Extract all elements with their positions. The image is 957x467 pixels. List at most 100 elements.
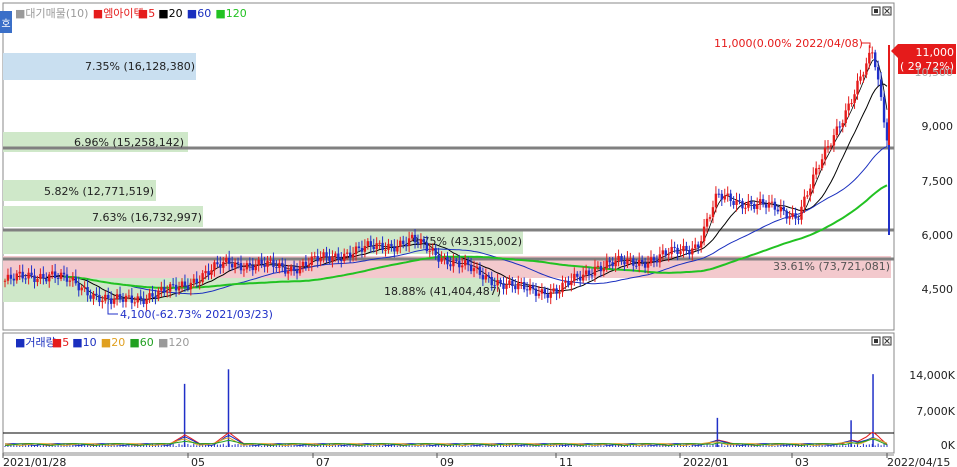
candle-body xyxy=(428,250,431,252)
candle-body xyxy=(874,52,877,68)
candle-body xyxy=(676,247,679,254)
candle-body xyxy=(410,234,414,239)
candle-body xyxy=(682,245,685,252)
candle-body xyxy=(876,67,880,80)
candle-body xyxy=(151,293,154,297)
candle-body xyxy=(83,286,86,288)
candle-body xyxy=(121,299,125,302)
candle-body xyxy=(402,240,405,245)
candle-body xyxy=(859,76,862,81)
candle-body xyxy=(354,246,358,255)
legend-item-1[interactable]: ■5 xyxy=(52,336,69,349)
candle-body xyxy=(160,287,163,291)
candle-body xyxy=(431,248,434,251)
candle-body xyxy=(186,285,190,290)
candle-body xyxy=(741,200,744,209)
candle-body xyxy=(59,272,63,279)
candle-body xyxy=(558,292,561,294)
candle-body xyxy=(236,262,240,264)
candle-body xyxy=(419,238,423,244)
candle-body xyxy=(508,280,511,285)
vp-label-2: 6.96% (15,258,142) xyxy=(74,136,184,149)
candle-body xyxy=(372,246,375,250)
candle-body xyxy=(788,217,791,219)
candle-body xyxy=(242,269,246,271)
candle-body xyxy=(286,271,290,274)
candle-body xyxy=(233,262,237,268)
candle-body xyxy=(180,281,184,288)
candle-body xyxy=(879,79,883,98)
candle-body xyxy=(92,293,95,299)
candle-body xyxy=(567,281,570,286)
candle-body xyxy=(809,188,812,196)
candle-body xyxy=(487,275,490,277)
candle-body xyxy=(885,122,889,141)
candle-body xyxy=(590,275,594,277)
candle-body xyxy=(649,257,653,264)
candle-body xyxy=(525,289,529,291)
candle-body xyxy=(124,295,128,302)
candle-body xyxy=(832,135,836,146)
candle-body xyxy=(434,248,437,256)
candle-body xyxy=(316,256,319,262)
volume-y-tick-14000: 14,000K xyxy=(909,369,955,382)
candle-body xyxy=(868,52,871,64)
candle-body xyxy=(502,283,505,289)
candle-body xyxy=(638,259,641,266)
legend-item-5[interactable]: ■120 xyxy=(158,336,189,349)
candle-body xyxy=(251,265,254,271)
x-tick-label-6: 03 xyxy=(795,456,809,467)
candle-body xyxy=(776,209,780,212)
candle-body xyxy=(9,274,13,279)
candle-body xyxy=(514,286,517,290)
candle-body xyxy=(820,159,824,168)
legend-item-5[interactable]: ■120 xyxy=(215,7,246,20)
candle-body xyxy=(726,193,729,196)
candle-body xyxy=(95,293,98,295)
candle-body xyxy=(12,278,16,281)
candle-body xyxy=(174,284,178,291)
candle-body xyxy=(490,276,493,286)
candle-body xyxy=(856,80,859,95)
legend-item-2[interactable]: ■10 xyxy=(72,336,96,349)
candle-body xyxy=(269,259,272,261)
candle-body xyxy=(404,244,408,246)
candle-body xyxy=(782,206,785,211)
legend-item-0[interactable]: ■거래량 xyxy=(15,336,56,349)
candle-body xyxy=(812,174,815,189)
candle-body xyxy=(667,254,670,256)
candle-body xyxy=(791,213,794,218)
candle-body xyxy=(396,246,399,252)
candle-body xyxy=(688,250,691,255)
legend-item-4[interactable]: ■60 xyxy=(187,7,211,20)
legend-item-2[interactable]: ■5 xyxy=(138,7,155,20)
legend-item-0[interactable]: ■대기매물(10) xyxy=(15,7,88,20)
price-y-tick-9000: 9,000 xyxy=(922,120,954,133)
volume-y-tick-0: 0K xyxy=(941,439,956,452)
candle-body xyxy=(472,268,476,272)
candle-body xyxy=(407,238,411,246)
candle-body xyxy=(697,244,700,248)
legend-item-4[interactable]: ■60 xyxy=(129,336,153,349)
candle-body xyxy=(534,288,538,296)
x-tick-label-7: 2022/04/15 xyxy=(887,456,950,467)
candle-body xyxy=(584,270,588,275)
candle-body xyxy=(378,242,381,244)
x-tick-label-3: 09 xyxy=(440,456,454,467)
candle-body xyxy=(735,200,738,205)
candle-body xyxy=(543,289,547,295)
vp-label-3: 5.82% (12,771,519) xyxy=(44,185,154,198)
candle-body xyxy=(284,266,287,274)
candle-body xyxy=(53,271,57,279)
candle-body xyxy=(702,226,706,242)
legend-item-3[interactable]: ■20 xyxy=(158,7,182,20)
candle-body xyxy=(343,253,346,261)
candle-body xyxy=(803,196,806,207)
candle-body xyxy=(248,263,252,266)
candle-body xyxy=(646,263,650,268)
candle-body xyxy=(86,286,89,296)
legend-item-1[interactable]: ■엠아이텍 xyxy=(93,7,144,20)
candle-body xyxy=(50,271,54,275)
legend-item-3[interactable]: ■20 xyxy=(101,336,125,349)
candle-body xyxy=(469,264,473,272)
